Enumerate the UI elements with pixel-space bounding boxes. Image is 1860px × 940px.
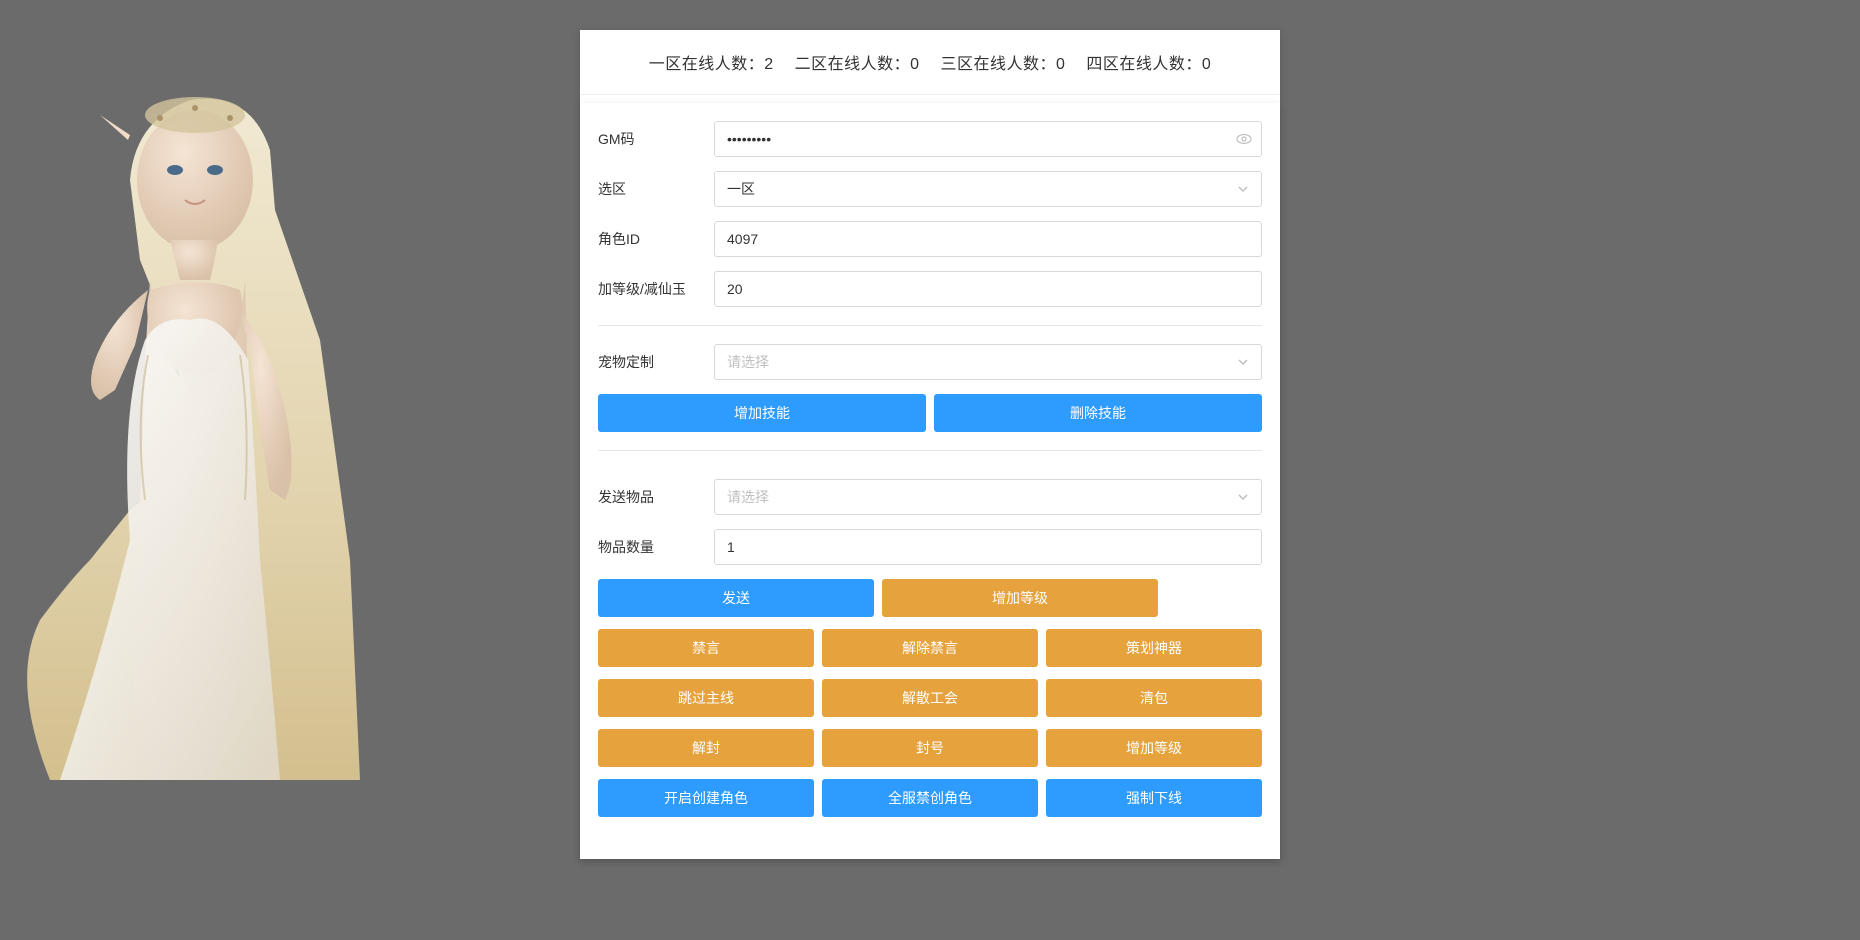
chevron-down-icon bbox=[1237, 491, 1249, 503]
item-qty-input[interactable] bbox=[714, 529, 1262, 565]
send-item-row: 发送物品 请选择 bbox=[598, 479, 1262, 515]
zone4-label: 四区在线人数： bbox=[1086, 56, 1202, 73]
pet-select-wrap: 请选择 bbox=[714, 344, 1262, 380]
zone4-status: 四区在线人数：0 bbox=[1086, 50, 1211, 74]
pet-row: 宠物定制 请选择 bbox=[598, 344, 1262, 380]
item-qty-input-wrap bbox=[714, 529, 1262, 565]
add-level2-button[interactable]: 增加等级 bbox=[1046, 729, 1262, 767]
mute-button[interactable]: 禁言 bbox=[598, 629, 814, 667]
delete-skill-button[interactable]: 删除技能 bbox=[934, 394, 1262, 432]
level-row: 加等级/减仙玉 bbox=[598, 271, 1262, 307]
send-button[interactable]: 发送 bbox=[598, 579, 874, 617]
divider bbox=[598, 325, 1262, 326]
ban-all-create-button[interactable]: 全服禁创角色 bbox=[822, 779, 1038, 817]
level-label: 加等级/减仙玉 bbox=[598, 279, 714, 299]
role-id-input-wrap bbox=[714, 221, 1262, 257]
ban-button[interactable]: 封号 bbox=[822, 729, 1038, 767]
zone3-status: 三区在线人数：0 bbox=[940, 50, 1065, 74]
unban-button[interactable]: 解封 bbox=[598, 729, 814, 767]
gm-code-input-wrap bbox=[714, 121, 1262, 157]
role-id-label: 角色ID bbox=[598, 229, 714, 249]
chevron-down-icon bbox=[1237, 356, 1249, 368]
zone1-status: 一区在线人数：2 bbox=[649, 50, 774, 74]
force-offline-button[interactable]: 强制下线 bbox=[1046, 779, 1262, 817]
action-row-1: 禁言 解除禁言 策划神器 bbox=[598, 629, 1262, 667]
level-input-wrap bbox=[714, 271, 1262, 307]
zone-select-value: 一区 bbox=[727, 179, 755, 199]
item-qty-row: 物品数量 bbox=[598, 529, 1262, 565]
zone2-status: 二区在线人数：0 bbox=[795, 50, 920, 74]
pet-select-placeholder: 请选择 bbox=[727, 352, 769, 372]
zone3-count: 0 bbox=[1056, 56, 1065, 73]
skill-button-row: 增加技能 删除技能 bbox=[598, 394, 1262, 432]
clear-bag-button[interactable]: 清包 bbox=[1046, 679, 1262, 717]
unmute-button[interactable]: 解除禁言 bbox=[822, 629, 1038, 667]
gm-code-label: GM码 bbox=[598, 129, 714, 149]
role-id-input[interactable] bbox=[714, 221, 1262, 257]
open-create-button[interactable]: 开启创建角色 bbox=[598, 779, 814, 817]
disband-guild-button[interactable]: 解散工会 bbox=[822, 679, 1038, 717]
main-panel: 一区在线人数：2 二区在线人数：0 三区在线人数：0 四区在线人数：0 GM码 … bbox=[580, 30, 1280, 859]
page-viewport: 一区在线人数：2 二区在线人数：0 三区在线人数：0 四区在线人数：0 GM码 … bbox=[0, 0, 1860, 940]
pet-label: 宠物定制 bbox=[598, 352, 714, 372]
zone2-count: 0 bbox=[910, 56, 919, 73]
background-character bbox=[0, 60, 360, 780]
send-item-placeholder: 请选择 bbox=[727, 487, 769, 507]
add-level-button[interactable]: 增加等级 bbox=[882, 579, 1158, 617]
zone4-count: 0 bbox=[1202, 56, 1211, 73]
send-level-row: 发送 增加等级 bbox=[598, 579, 1158, 617]
send-item-label: 发送物品 bbox=[598, 487, 714, 507]
zone3-label: 三区在线人数： bbox=[940, 56, 1056, 73]
pet-select[interactable]: 请选择 bbox=[714, 344, 1262, 380]
zone-label: 选区 bbox=[598, 179, 714, 199]
zone-select[interactable]: 一区 bbox=[714, 171, 1262, 207]
gm-code-row: GM码 bbox=[598, 121, 1262, 157]
form-body: GM码 选区 一区 bbox=[580, 103, 1280, 859]
role-id-row: 角色ID bbox=[598, 221, 1262, 257]
zone1-count: 2 bbox=[764, 56, 773, 73]
zone-row: 选区 一区 bbox=[598, 171, 1262, 207]
zone2-label: 二区在线人数： bbox=[795, 56, 911, 73]
plan-artifact-button[interactable]: 策划神器 bbox=[1046, 629, 1262, 667]
item-qty-label: 物品数量 bbox=[598, 537, 714, 557]
send-item-select-wrap: 请选择 bbox=[714, 479, 1262, 515]
action-row-2: 跳过主线 解散工会 清包 bbox=[598, 679, 1262, 717]
level-input[interactable] bbox=[714, 271, 1262, 307]
gm-code-input[interactable] bbox=[714, 121, 1262, 157]
action-row-3: 解封 封号 增加等级 bbox=[598, 729, 1262, 767]
divider bbox=[598, 450, 1262, 451]
eye-icon[interactable] bbox=[1236, 131, 1252, 147]
zone1-label: 一区在线人数： bbox=[649, 56, 765, 73]
zone-select-wrap: 一区 bbox=[714, 171, 1262, 207]
action-row-4: 开启创建角色 全服禁创角色 强制下线 bbox=[598, 779, 1262, 817]
add-skill-button[interactable]: 增加技能 bbox=[598, 394, 926, 432]
send-item-select[interactable]: 请选择 bbox=[714, 479, 1262, 515]
chevron-down-icon bbox=[1237, 183, 1249, 195]
skip-main-button[interactable]: 跳过主线 bbox=[598, 679, 814, 717]
status-bar: 一区在线人数：2 二区在线人数：0 三区在线人数：0 四区在线人数：0 bbox=[580, 30, 1280, 95]
